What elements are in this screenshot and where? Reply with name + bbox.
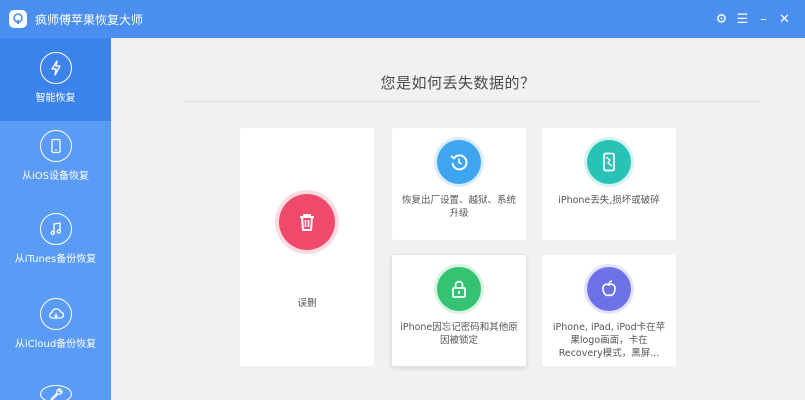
broken-phone-icon <box>587 140 631 184</box>
gear-icon: ⚙ <box>715 11 728 27</box>
card-label: 恢复出厂设置、越狱、系统升级 <box>401 195 516 219</box>
page-title: 您是如何丢失数据的？ <box>380 74 536 92</box>
wrench-icon <box>39 385 72 400</box>
option-card-factory-reset[interactable]: 恢复出厂设置、越狱、系统升级 <box>392 128 526 240</box>
restore-icon <box>437 140 481 184</box>
sidebar: 智能恢复 从iOS设备恢复 从iTunes备份恢复 从iCloud备份恢复 <box>0 38 111 400</box>
sidebar-item-label: 从iTunes备份恢复 <box>14 254 97 265</box>
app-logo-icon <box>9 10 27 28</box>
title-bar: 疯师傅苹果恢复大师 ⚙ ☰ – ✕ <box>0 0 805 38</box>
minimize-button[interactable]: – <box>753 9 774 30</box>
close-icon: ✕ <box>779 11 790 27</box>
lock-icon <box>437 267 481 311</box>
apple-logo-icon <box>587 267 631 311</box>
sidebar-item-smart-recovery[interactable]: 智能恢复 <box>0 38 111 121</box>
sidebar-item-label: 从iOS设备恢复 <box>22 171 89 182</box>
card-label: iPhone, iPad, iPod卡在苹果logo画面，卡在Recovery模… <box>552 322 666 359</box>
option-card-accidental-deletion[interactable]: 误删 <box>240 128 374 366</box>
cloud-icon <box>39 298 72 330</box>
sidebar-item-icloud-backup[interactable]: 从iCloud备份恢复 <box>0 298 111 378</box>
lightning-icon <box>39 52 72 84</box>
menu-button[interactable]: ☰ <box>732 9 753 30</box>
menu-icon: ☰ <box>736 11 749 27</box>
option-card-stuck-system[interactable]: iPhone, iPad, iPod卡在苹果logo画面，卡在Recovery模… <box>542 255 676 366</box>
sidebar-item-itunes-backup[interactable]: 从iTunes备份恢复 <box>0 213 111 293</box>
option-card-locked[interactable]: iPhone因忘记密码和其他原因被锁定 <box>392 255 526 366</box>
sidebar-item-label: 从iCloud备份恢复 <box>14 339 97 350</box>
settings-button[interactable]: ⚙ <box>711 9 732 30</box>
main-panel: 您是如何丢失数据的？ 误删 恢复出厂设置、越狱、系统升级 iPhone丢失,损坏… <box>111 38 805 400</box>
minimize-icon: – <box>760 11 767 27</box>
sidebar-item-repair[interactable] <box>0 385 111 400</box>
close-button[interactable]: ✕ <box>774 9 795 30</box>
sidebar-item-label: 智能恢复 <box>35 93 76 104</box>
trash-icon <box>279 194 335 250</box>
option-card-lost-broken[interactable]: iPhone丢失,损坏或破碎 <box>542 128 676 240</box>
phone-refresh-icon <box>39 130 72 162</box>
music-note-icon <box>39 213 72 245</box>
card-label: iPhone丢失,损坏或破碎 <box>558 195 660 206</box>
card-label: 误删 <box>297 298 317 309</box>
card-label: iPhone因忘记密码和其他原因被锁定 <box>400 322 518 346</box>
title-divider <box>184 101 760 102</box>
sidebar-item-ios-device[interactable]: 从iOS设备恢复 <box>0 130 111 210</box>
app-title: 疯师傅苹果恢复大师 <box>35 12 144 27</box>
